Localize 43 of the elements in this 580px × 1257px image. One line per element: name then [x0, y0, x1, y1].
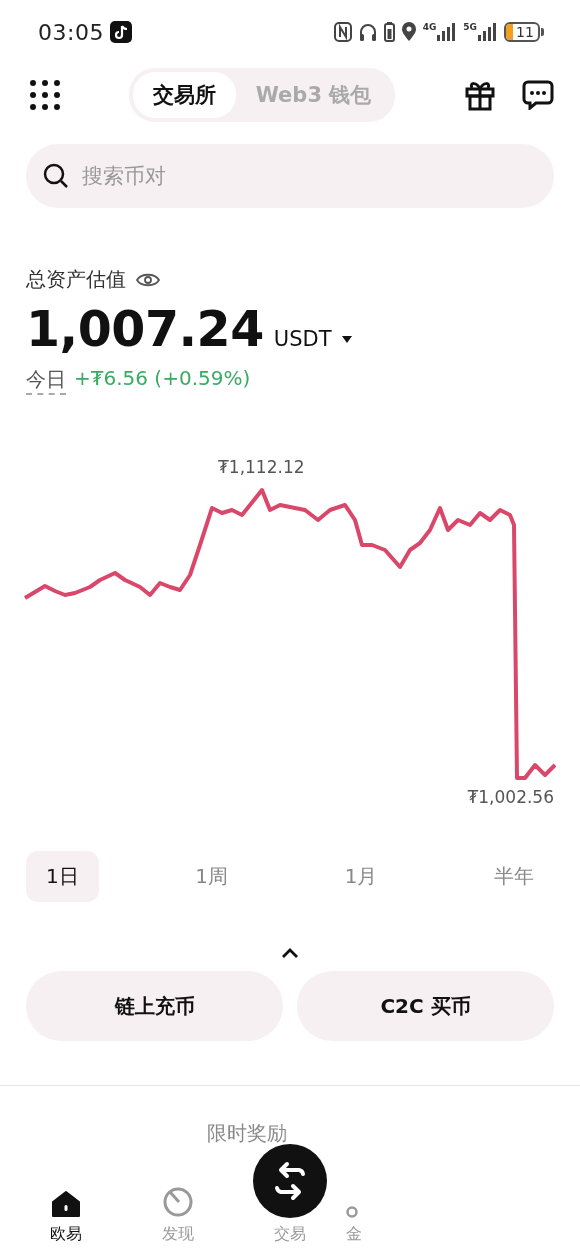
home-icon — [51, 1190, 81, 1218]
signal-icon — [437, 23, 458, 41]
network-label: 5G — [463, 23, 477, 32]
nav-tab[interactable]: 欧易 — [50, 1224, 82, 1245]
period-tab[interactable]: 1月 — [324, 851, 398, 902]
nav-tab[interactable]: 金 — [346, 1224, 362, 1245]
period-tab[interactable]: 半年 — [474, 851, 554, 902]
search-field[interactable]: 搜索币对 — [26, 144, 554, 208]
action-button[interactable]: 链上充币 — [26, 971, 283, 1041]
ring-icon — [346, 1206, 358, 1218]
swap-arrows-icon[interactable] — [253, 1144, 327, 1218]
currency-selector[interactable]: USDT — [273, 327, 332, 351]
location-pin-icon — [400, 22, 417, 42]
gift-icon[interactable] — [464, 79, 496, 111]
chart-high-label: ₮1,112.12 — [218, 457, 305, 477]
chat-bubble-icon[interactable] — [522, 80, 554, 110]
total-assets-label: 总资产估值 — [26, 266, 126, 293]
promo-title: 限时奖励 — [207, 1121, 287, 1145]
period-tab[interactable]: 1日 — [26, 851, 99, 902]
nav-tab[interactable]: 发现 — [162, 1224, 194, 1245]
action-button[interactable]: C2C 买币 — [297, 971, 554, 1041]
period-tab[interactable]: 1周 — [175, 851, 249, 902]
segment-tab[interactable]: Web3 钱包 — [235, 72, 392, 118]
nfc-icon — [333, 22, 352, 42]
search-icon — [42, 162, 70, 190]
headphones-icon — [357, 22, 378, 42]
battery-icon — [383, 22, 395, 42]
battery-level: 11 — [504, 22, 540, 42]
signal-icon — [478, 23, 498, 41]
chart-low-label: ₮1,002.56 — [467, 787, 554, 807]
nav-tab[interactable]: 交易 — [274, 1224, 306, 1245]
app-grid-icon[interactable] — [30, 80, 60, 110]
today-label: 今日 — [26, 366, 66, 395]
music-note-icon — [109, 21, 132, 43]
dial-icon — [162, 1186, 194, 1218]
segment-tab[interactable]: 交易所 — [132, 72, 236, 118]
collapse-chevron-icon[interactable] — [281, 948, 299, 959]
daily-change: +₮6.56 (+0.59%) — [74, 366, 251, 392]
status-time: 03:05 — [38, 19, 104, 45]
dropdown-caret-icon[interactable] — [341, 335, 352, 343]
total-assets-amount: 1,007.24 — [26, 301, 264, 358]
eye-icon[interactable] — [136, 271, 160, 288]
network-label: 4G — [422, 23, 437, 32]
